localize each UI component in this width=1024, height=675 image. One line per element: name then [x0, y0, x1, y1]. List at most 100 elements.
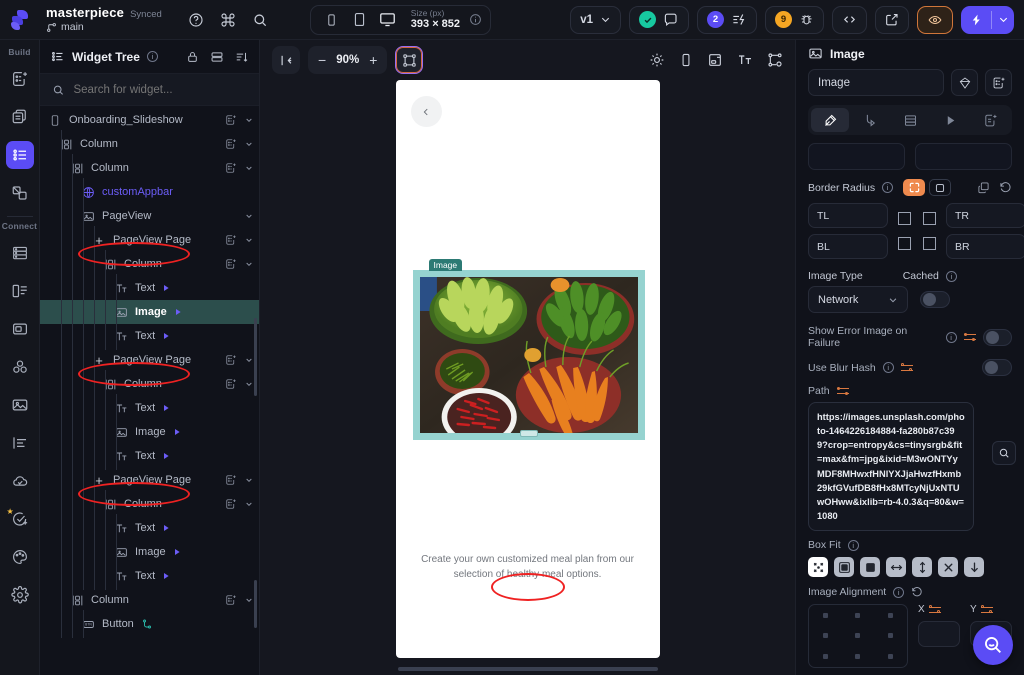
back-button[interactable]: [410, 96, 442, 127]
radius-uniform-button[interactable]: [929, 179, 952, 196]
resize-handle-bottom[interactable]: [519, 430, 538, 437]
chevron-down-icon[interactable]: [245, 476, 253, 484]
align-x-input[interactable]: [918, 621, 960, 647]
variable-binding-icon[interactable]: [963, 332, 976, 342]
chevron-down-icon[interactable]: [245, 356, 253, 364]
box-fit-none-icon[interactable]: [938, 557, 958, 577]
info-icon[interactable]: i: [945, 331, 957, 343]
new-page-icon[interactable]: [6, 65, 34, 93]
chevron-down-icon[interactable]: [245, 236, 253, 244]
bugs-group[interactable]: 9: [765, 5, 824, 34]
align-cell[interactable]: [855, 654, 861, 660]
layout-icon[interactable]: [707, 52, 723, 68]
tab-properties[interactable]: [811, 108, 849, 132]
device-frame-icon[interactable]: [679, 52, 693, 68]
info-icon[interactable]: i: [146, 51, 158, 62]
chevron-down-icon[interactable]: [245, 164, 253, 172]
widget-name-input[interactable]: Image: [808, 69, 944, 96]
preview-image-container[interactable]: Image: [412, 259, 645, 440]
cached-toggle[interactable]: [920, 291, 950, 308]
row-actions-icon[interactable]: [225, 354, 237, 366]
widget-tree-icon[interactable]: [5, 141, 34, 169]
variable-binding-icon[interactable]: [928, 605, 941, 615]
device-preview[interactable]: Local, Customized 輸入文字 Image: [395, 80, 660, 658]
tree-item-column[interactable]: Column: [40, 130, 259, 158]
info-icon[interactable]: [469, 13, 482, 26]
tree-item-pageview[interactable]: PageView: [40, 202, 259, 230]
tree-item-onboarding-slideshow[interactable]: Onboarding_Slideshow: [40, 108, 259, 132]
constraints-icon[interactable]: [767, 52, 783, 68]
tab-actions[interactable]: [851, 108, 889, 132]
align-cell[interactable]: [855, 612, 861, 618]
align-cell[interactable]: [855, 633, 861, 639]
tree-item-text[interactable]: Text: [40, 562, 259, 590]
tree-item-customappbar[interactable]: customAppbar: [40, 178, 259, 206]
alignment-grid[interactable]: [808, 604, 908, 668]
open-external-button[interactable]: [875, 5, 909, 34]
radius-br-input[interactable]: BR: [946, 234, 1024, 259]
search-icon[interactable]: [252, 12, 268, 28]
lock-icon[interactable]: [186, 50, 199, 64]
row-actions-icon[interactable]: [225, 378, 237, 390]
tree-item-image[interactable]: Image: [40, 538, 259, 566]
tree-item-button[interactable]: BTN Button: [40, 610, 259, 638]
tree-item-pageview-page[interactable]: + PageView Page: [40, 466, 259, 494]
search-fab-icon[interactable]: [973, 625, 1013, 665]
tree-item-column[interactable]: Column: [40, 586, 259, 614]
align-cell[interactable]: [822, 654, 828, 660]
tree-item-image[interactable]: Image: [40, 418, 259, 446]
zoom-out-button[interactable]: −: [318, 53, 326, 67]
image-type-select[interactable]: Network: [808, 286, 908, 313]
theme-widget-icon[interactable]: [951, 69, 978, 96]
play-icon[interactable]: [173, 428, 181, 436]
help-circle-icon[interactable]: [188, 12, 204, 28]
issues-group[interactable]: 2: [697, 5, 757, 34]
box-fit-cover-icon[interactable]: [808, 557, 828, 577]
align-cell[interactable]: [822, 633, 828, 639]
collections-icon[interactable]: [6, 277, 34, 305]
tab-animations[interactable]: [931, 108, 969, 132]
variable-binding-icon[interactable]: [836, 386, 849, 396]
canvas-horizontal-scrollbar[interactable]: [397, 667, 658, 671]
settings-icon[interactable]: [6, 581, 34, 609]
chevron-down-icon[interactable]: [245, 380, 253, 388]
box-fit-contain-icon[interactable]: [834, 557, 854, 577]
row-actions-icon[interactable]: [225, 162, 237, 174]
layers-icon[interactable]: [210, 50, 224, 64]
box-fit-scale-down-icon[interactable]: [964, 557, 984, 577]
tree-item-pageview-page[interactable]: + PageView Page: [40, 226, 259, 254]
tree-item-text[interactable]: Text: [40, 274, 259, 302]
code-view-button[interactable]: [832, 5, 867, 34]
info-icon[interactable]: i: [882, 362, 894, 373]
tree-scrollbar-lower[interactable]: [254, 580, 257, 628]
tree-item-pageview-page[interactable]: + PageView Page: [40, 346, 259, 374]
reset-icon[interactable]: [911, 586, 923, 598]
info-icon[interactable]: i: [847, 539, 859, 551]
path-input[interactable]: https://images.unsplash.com/photo-146422…: [808, 402, 974, 531]
row-actions-icon[interactable]: [225, 474, 237, 486]
image-selection-frame[interactable]: [412, 270, 645, 440]
widget-search-row[interactable]: [40, 74, 259, 106]
chevron-down-icon[interactable]: [245, 140, 253, 148]
chevron-down-icon[interactable]: [245, 116, 253, 124]
sort-icon[interactable]: [235, 50, 249, 64]
integrations-icon[interactable]: [6, 353, 34, 381]
theme-brightness-icon[interactable]: [649, 52, 665, 68]
font-size-icon[interactable]: [737, 52, 753, 68]
tab-docs[interactable]: [971, 108, 1009, 132]
run-options-caret[interactable]: [992, 14, 1014, 25]
pages-icon[interactable]: [6, 103, 34, 131]
tree-item-text[interactable]: Text: [40, 442, 259, 470]
row-actions-icon[interactable]: [225, 234, 237, 246]
play-icon[interactable]: [162, 452, 170, 460]
radius-rounded-button[interactable]: [903, 179, 926, 196]
chevron-down-icon[interactable]: [245, 596, 253, 604]
tree-item-column[interactable]: Column: [40, 490, 259, 518]
tree-item-column[interactable]: Column: [40, 250, 259, 278]
radius-tl-input[interactable]: TL: [808, 203, 888, 228]
play-icon[interactable]: [173, 548, 181, 556]
lightning-icon[interactable]: [961, 12, 991, 28]
info-icon[interactable]: i: [882, 182, 894, 193]
logs-icon[interactable]: [6, 429, 34, 457]
device-tablet-button[interactable]: [347, 9, 373, 31]
